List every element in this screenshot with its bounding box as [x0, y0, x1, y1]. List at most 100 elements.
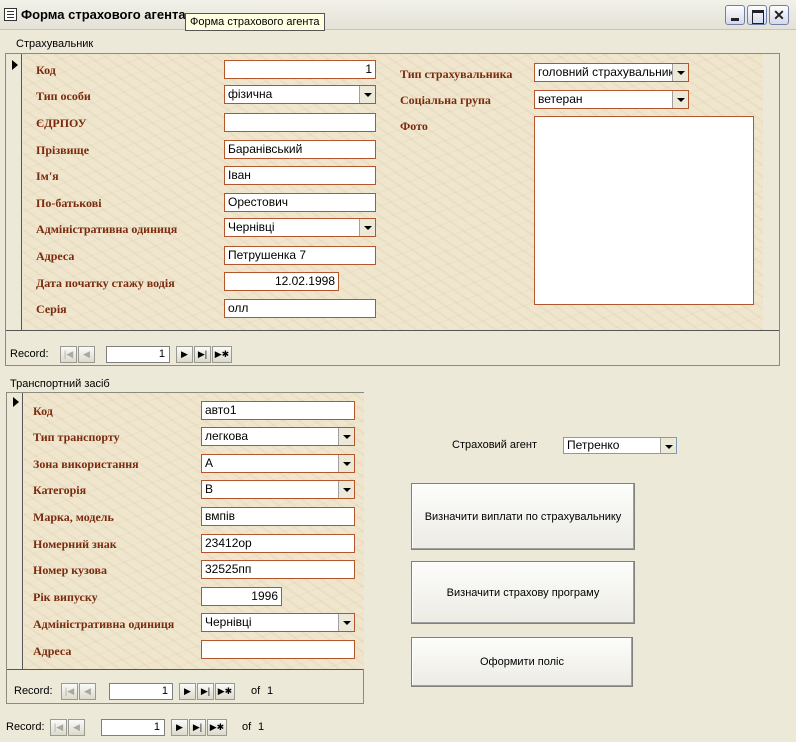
record-number-input[interactable]: 1: [101, 719, 165, 736]
previous-record-button[interactable]: ◀: [68, 719, 85, 736]
chevron-down-icon[interactable]: [338, 614, 354, 631]
current-record-icon: [13, 397, 19, 407]
first-record-button[interactable]: |◀: [60, 346, 77, 363]
record-selector[interactable]: [7, 393, 23, 669]
edrpou-label: ЄДРПОУ: [36, 116, 87, 130]
address-label: Адреса: [36, 249, 75, 263]
series-field[interactable]: олл: [224, 299, 376, 318]
surname-field[interactable]: Баранівський: [224, 140, 376, 159]
vehicle-admin-unit-label: Адміністративна одиниця: [33, 617, 175, 631]
window-title: Форма страхового агента: [21, 7, 186, 22]
issue-policy-button[interactable]: Оформити поліс: [411, 637, 633, 687]
form-icon: [4, 8, 17, 21]
admin-unit-label: Адміністративна одиниця: [36, 222, 178, 236]
new-record-button[interactable]: ▶✱: [215, 683, 235, 700]
code-field[interactable]: 1: [224, 60, 376, 79]
chevron-down-icon[interactable]: [338, 455, 354, 472]
edrpou-field[interactable]: [224, 113, 376, 132]
vehicle-code-field[interactable]: авто1: [201, 401, 355, 420]
new-record-button[interactable]: ▶✱: [212, 346, 232, 363]
next-record-button[interactable]: ▶: [171, 719, 188, 736]
record-selector[interactable]: [6, 54, 22, 330]
vehicle-subform: Код авто1 Тип транспорту легкова Зона ви…: [6, 392, 364, 704]
record-total: 1: [267, 685, 274, 697]
category-combo[interactable]: В: [201, 480, 355, 499]
close-button[interactable]: ✕: [769, 5, 789, 25]
agent-label: Страховий агент: [452, 439, 538, 451]
previous-record-button[interactable]: ◀: [78, 346, 95, 363]
record-of-text: of: [251, 685, 261, 697]
first-record-button[interactable]: |◀: [61, 683, 78, 700]
next-record-button[interactable]: ▶: [179, 683, 196, 700]
patronymic-field[interactable]: Орестович: [224, 193, 376, 212]
name-field[interactable]: Іван: [224, 166, 376, 185]
title-tooltip: Форма страхового агента: [185, 13, 325, 31]
social-group-label: Соціальна група: [400, 93, 491, 107]
chevron-down-icon[interactable]: [660, 438, 676, 453]
vehicle-record-navigator: Record: |◀ ◀ 1 ▶ ▶| ▶✱ of 1: [14, 683, 314, 701]
usage-zone-combo[interactable]: А: [201, 454, 355, 473]
insured-record-navigator: Record: |◀ ◀ 1 ▶ ▶| ▶✱: [10, 346, 250, 364]
last-record-button[interactable]: ▶|: [197, 683, 214, 700]
vehicle-section-label: Транспортний засіб: [10, 378, 110, 390]
minimize-button[interactable]: [725, 5, 745, 25]
code-label: Код: [36, 63, 56, 77]
chevron-down-icon[interactable]: [338, 481, 354, 498]
person-type-value: фізична: [228, 87, 273, 101]
category-value: В: [205, 482, 214, 496]
record-label: Record:: [6, 721, 45, 733]
person-type-label: Тип особи: [36, 89, 91, 103]
agent-value: Петренко: [567, 438, 620, 452]
first-record-button[interactable]: |◀: [50, 719, 67, 736]
chevron-down-icon[interactable]: [672, 91, 688, 108]
category-label: Категорія: [33, 483, 87, 497]
insured-subform: Код 1 Тип особи фізична ЄДРПОУ Прізвище …: [5, 53, 780, 366]
last-record-button[interactable]: ▶|: [189, 719, 206, 736]
year-field[interactable]: 1996: [201, 587, 282, 606]
admin-unit-combo[interactable]: Чернівці: [224, 218, 376, 237]
body-number-field[interactable]: 32525пп: [201, 560, 355, 579]
person-type-combo[interactable]: фізична: [224, 85, 376, 104]
plate-field[interactable]: 23412ор: [201, 534, 355, 553]
chevron-down-icon[interactable]: [359, 86, 375, 103]
name-label: Ім'я: [36, 169, 59, 183]
admin-unit-value: Чернівці: [228, 220, 275, 234]
surname-label: Прізвище: [36, 143, 90, 157]
driving-start-label: Дата початку стажу водія: [36, 276, 175, 290]
determine-payouts-button[interactable]: Визначити виплати по страхувальнику: [411, 483, 635, 550]
driving-start-field[interactable]: 12.02.1998: [224, 272, 339, 291]
transport-type-label: Тип транспорту: [33, 430, 120, 444]
insured-type-combo[interactable]: головний страхувальник: [534, 63, 689, 82]
photo-frame[interactable]: [534, 116, 754, 305]
chevron-down-icon[interactable]: [672, 64, 688, 81]
vehicle-admin-unit-value: Чернівці: [205, 615, 252, 629]
social-group-combo[interactable]: ветеран: [534, 90, 689, 109]
transport-type-combo[interactable]: легкова: [201, 427, 355, 446]
year-label: Рік випуску: [33, 590, 98, 604]
previous-record-button[interactable]: ◀: [79, 683, 96, 700]
record-label: Record:: [10, 348, 49, 360]
agent-combo[interactable]: Петренко: [563, 437, 677, 454]
make-model-field[interactable]: вмпів: [201, 507, 355, 526]
record-number-input[interactable]: 1: [106, 346, 170, 363]
record-of-text: of: [242, 721, 252, 733]
next-record-button[interactable]: ▶: [176, 346, 193, 363]
transport-type-value: легкова: [205, 429, 249, 443]
main-record-navigator: Record: |◀ ◀ 1 ▶ ▶| ▶✱ of 1: [6, 719, 306, 737]
insured-type-value: головний страхувальник: [538, 65, 674, 79]
last-record-button[interactable]: ▶|: [194, 346, 211, 363]
address-field[interactable]: Петрушенка 7: [224, 246, 376, 265]
chevron-down-icon[interactable]: [359, 219, 375, 236]
title-bar: Форма страхового агента Форма страхового…: [0, 0, 796, 31]
record-total: 1: [258, 721, 265, 733]
vehicle-admin-unit-combo[interactable]: Чернівці: [201, 613, 355, 632]
determine-program-button[interactable]: Визначити страхову програму: [411, 561, 635, 624]
record-number-input[interactable]: 1: [109, 683, 173, 700]
chevron-down-icon[interactable]: [338, 428, 354, 445]
vehicle-address-field[interactable]: [201, 640, 355, 659]
new-record-button[interactable]: ▶✱: [207, 719, 227, 736]
vehicle-address-label: Адреса: [33, 644, 72, 658]
usage-zone-label: Зона використання: [33, 457, 139, 471]
body-number-label: Номер кузова: [33, 563, 107, 577]
maximize-button[interactable]: [747, 5, 767, 25]
